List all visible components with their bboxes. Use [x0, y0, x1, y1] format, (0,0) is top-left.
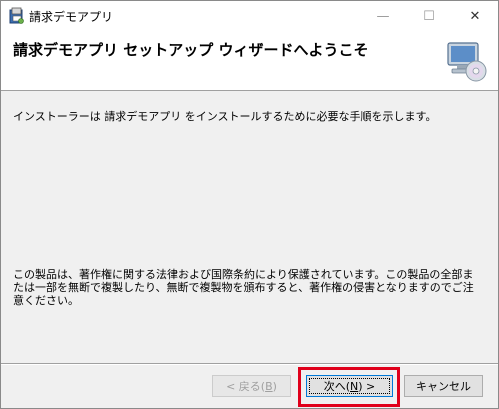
footer-divider-highlight	[1, 364, 498, 365]
back-button-label-suffix: )	[272, 379, 277, 393]
wizard-body: インストーラーは 請求デモアプリ をインストールするために必要な手順を示します。…	[1, 92, 498, 366]
next-button[interactable]: 次へ(N) >	[306, 375, 393, 397]
wizard-header: 請求デモアプリ セットアップ ウィザードへようこそ	[1, 31, 498, 91]
installer-app-icon	[9, 7, 24, 24]
cancel-button[interactable]: キャンセル	[404, 375, 483, 397]
cancel-button-label: キャンセル	[416, 380, 471, 393]
title-bar[interactable]: 請求デモアプリ — ☐ ✕	[1, 1, 498, 31]
installer-window: 請求デモアプリ — ☐ ✕ 請求デモアプリ セットアップ ウィザードへようこそ …	[0, 0, 499, 409]
computer-cd-icon	[447, 42, 487, 82]
close-button[interactable]: ✕	[452, 1, 498, 31]
close-icon: ✕	[469, 8, 481, 24]
window-title: 請求デモアプリ	[29, 10, 114, 24]
maximize-icon: ☐	[423, 8, 435, 24]
back-button[interactable]: < 戻る(B)	[212, 375, 291, 397]
back-button-accel: B	[265, 379, 273, 393]
maximize-button[interactable]: ☐	[406, 1, 452, 31]
minimize-button[interactable]: —	[360, 1, 406, 31]
copyright-warning: この製品は、著作権に関する法律および国際条約により保護されています。この製品の全…	[13, 268, 474, 307]
back-button-label-prefix: < 戻る(	[226, 380, 266, 393]
minimize-icon: —	[376, 8, 390, 24]
wizard-title: 請求デモアプリ セットアップ ウィザードへようこそ	[13, 41, 369, 59]
next-button-focus-ring	[309, 378, 390, 394]
intro-text: インストーラーは 請求デモアプリ をインストールするために必要な手順を示します。	[13, 110, 437, 123]
